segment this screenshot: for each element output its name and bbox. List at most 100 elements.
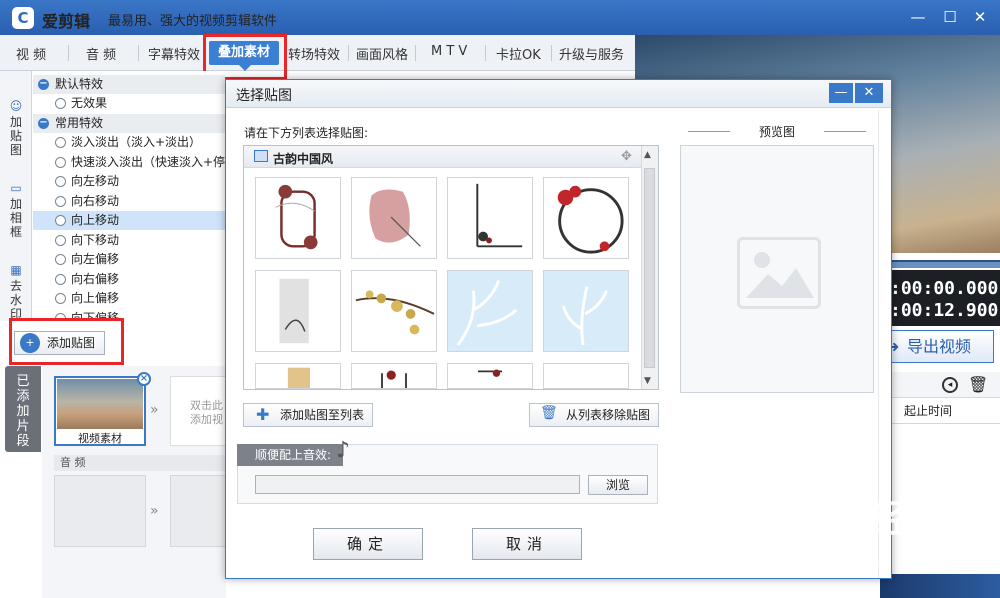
effect-item[interactable]: 向上偏移 bbox=[33, 289, 225, 308]
menu-upgrade[interactable]: 升级与服务 bbox=[559, 44, 624, 63]
effect-item-label: 快速淡入淡出（快速淡入+停留） bbox=[71, 155, 225, 169]
tab-add-frame[interactable]: ▭ 加 相 框 bbox=[0, 167, 32, 239]
ok-button[interactable]: 确定 bbox=[313, 528, 423, 560]
maximize-button[interactable]: ☐ bbox=[938, 6, 962, 28]
cancel-button[interactable]: 取消 bbox=[472, 528, 582, 560]
time-current: :00:00.000 bbox=[890, 278, 999, 299]
bottom-strip bbox=[880, 574, 1000, 598]
radio-icon bbox=[55, 293, 66, 304]
sticker-thumb[interactable] bbox=[351, 363, 437, 389]
effect-item-label: 向上偏移 bbox=[71, 291, 120, 305]
watermark-url: jingyan.baidu.com bbox=[775, 555, 888, 571]
clip-remove-icon[interactable]: × bbox=[137, 372, 151, 386]
effect-item[interactable]: 淡入淡出（淡入+淡出） bbox=[33, 133, 225, 152]
menu-overlay-material[interactable]: 叠加素材 bbox=[209, 41, 279, 65]
clip-empty-hint: 双击此 添加视 bbox=[190, 399, 223, 426]
sticker-icon: ☺ bbox=[9, 99, 23, 113]
tab-add-frame-label: 加 相 框 bbox=[9, 197, 22, 239]
effect-item-label: 向左偏移 bbox=[71, 252, 120, 266]
scrollbar-thumb[interactable] bbox=[644, 168, 655, 368]
radio-icon bbox=[55, 235, 66, 246]
menu-style[interactable]: 画面风格 bbox=[356, 44, 408, 63]
radio-icon bbox=[55, 196, 66, 207]
added-clips-tab[interactable]: 已 添 加 片 段 bbox=[5, 366, 41, 452]
radio-icon bbox=[55, 157, 66, 168]
tab-add-sticker-label: 加 贴 图 bbox=[9, 115, 22, 157]
audio-track-label: 音 频 bbox=[54, 455, 226, 471]
column-start-time: 起止时间 bbox=[880, 398, 1000, 424]
effect-item[interactable]: 向右移动 bbox=[33, 192, 225, 211]
effect-item[interactable]: 快速淡入淡出（快速淡入+停留） bbox=[33, 153, 225, 172]
sticker-thumb[interactable] bbox=[447, 270, 533, 352]
effect-item[interactable]: 向下移动 bbox=[33, 231, 225, 250]
tab-add-sticker[interactable]: ☺ 加 贴 图 bbox=[0, 85, 32, 157]
image-icon bbox=[254, 150, 268, 162]
effect-group-default[interactable]: − 默认特效 bbox=[33, 75, 225, 94]
side-tabs: ☺ 加 贴 图 ▭ 加 相 框 ▦ 去 水 印 bbox=[0, 71, 32, 321]
audio-slot[interactable] bbox=[170, 475, 226, 547]
chevron-right-icon: » bbox=[150, 503, 159, 519]
effect-item[interactable]: 向左移动 bbox=[33, 172, 225, 191]
minimize-button[interactable]: — bbox=[906, 6, 930, 28]
sticker-category-name: 古韵中国风 bbox=[273, 152, 334, 166]
scroll-up-icon[interactable]: ▲ bbox=[644, 150, 651, 160]
sticker-thumb[interactable] bbox=[351, 177, 437, 259]
playback-progress[interactable] bbox=[885, 260, 1000, 268]
trash-icon: 🗑 bbox=[540, 405, 558, 421]
sticker-thumb[interactable] bbox=[543, 363, 629, 389]
close-button[interactable]: ✕ bbox=[968, 6, 992, 28]
menu-karaoke[interactable]: 卡拉OK bbox=[496, 44, 541, 63]
chevron-right-icon: » bbox=[150, 402, 159, 418]
browse-button[interactable]: 浏览 bbox=[588, 475, 648, 495]
clip-label: 视频素材 bbox=[78, 432, 122, 445]
menu-bar: 视 频 音 频 字幕特效 转场特效 画面风格 M T V 卡拉OK 升级与服务 bbox=[0, 35, 635, 71]
select-instruction: 请在下方列表选择贴图: bbox=[244, 126, 369, 140]
sticker-thumb[interactable] bbox=[543, 177, 629, 259]
sticker-thumb[interactable] bbox=[255, 177, 341, 259]
effect-item[interactable]: 向右偏移 bbox=[33, 270, 225, 289]
dialog-close-button[interactable]: ✕ bbox=[855, 83, 883, 103]
radio-icon bbox=[55, 98, 66, 109]
dialog-title: 选择贴图 bbox=[236, 88, 292, 104]
add-sticker-icon: + bbox=[20, 333, 40, 353]
effect-item-label: 向右移动 bbox=[71, 194, 120, 208]
sticker-thumb[interactable] bbox=[447, 363, 533, 389]
move-icon: ✥ bbox=[621, 149, 632, 164]
menu-subtitle-effects[interactable]: 字幕特效 bbox=[148, 44, 200, 63]
sticker-thumb[interactable] bbox=[351, 270, 437, 352]
radio-icon bbox=[55, 274, 66, 285]
effect-item-label: 淡入淡出（淡入+淡出） bbox=[71, 135, 202, 149]
effect-group-common[interactable]: − 常用特效 bbox=[33, 114, 225, 133]
effect-item-selected[interactable]: 向上移动 bbox=[33, 211, 225, 230]
audio-slot[interactable] bbox=[54, 475, 146, 547]
tab-remove-watermark[interactable]: ▦ 去 水 印 bbox=[0, 249, 32, 321]
sound-effect-label: 顺便配上音效: bbox=[237, 444, 343, 466]
radio-icon bbox=[55, 176, 66, 187]
menu-audio[interactable]: 音 频 bbox=[86, 44, 116, 63]
dialog-minimize-button[interactable]: — bbox=[829, 83, 853, 103]
image-placeholder-icon bbox=[737, 237, 821, 309]
scroll-down-icon[interactable]: ▼ bbox=[644, 376, 651, 386]
menu-transition[interactable]: 转场特效 bbox=[288, 44, 340, 63]
collapse-icon: − bbox=[38, 117, 49, 129]
sound-file-input[interactable] bbox=[255, 475, 580, 494]
watermark-icon: ▦ bbox=[10, 263, 22, 277]
sticker-thumb[interactable] bbox=[255, 363, 341, 389]
radio-icon bbox=[55, 137, 66, 148]
watermark-text: Baidu经验 bbox=[766, 499, 948, 541]
radio-icon bbox=[55, 254, 66, 265]
undo-icon[interactable]: ◂ bbox=[942, 377, 958, 393]
effect-item-label: 向左移动 bbox=[71, 174, 120, 188]
effect-item[interactable]: 无效果 bbox=[33, 94, 225, 113]
app-logo-icon: C bbox=[12, 7, 34, 29]
sticker-thumb[interactable] bbox=[447, 177, 533, 259]
effect-item[interactable]: 向左偏移 bbox=[33, 250, 225, 269]
menu-mtv[interactable]: M T V bbox=[431, 44, 467, 59]
clip-thumbnail bbox=[57, 379, 143, 429]
menu-video[interactable]: 视 频 bbox=[16, 44, 46, 63]
trash-icon[interactable]: 🗑 bbox=[968, 375, 988, 394]
time-total: :00:12.900 bbox=[890, 300, 999, 321]
app-tagline: 最易用、强大的视频剪辑软件 bbox=[108, 14, 278, 29]
sticker-thumb[interactable] bbox=[543, 270, 629, 352]
sticker-thumb[interactable] bbox=[255, 270, 341, 352]
